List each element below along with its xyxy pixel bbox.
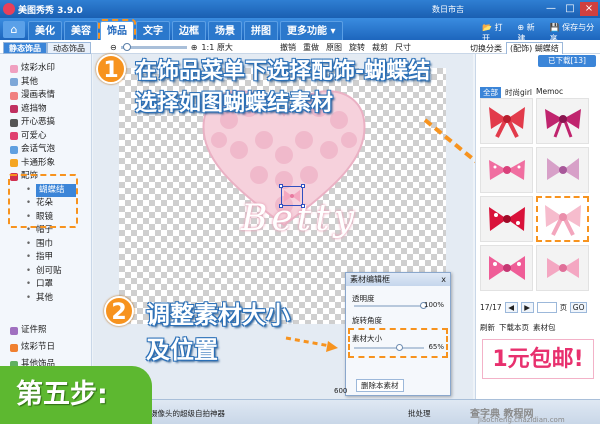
downloaded-button[interactable]: 已下载[13]	[538, 55, 596, 67]
delete-material-button[interactable]: 删除本素材	[356, 379, 404, 392]
opacity-value: 100%	[423, 301, 444, 309]
opacity-label: 透明度	[352, 294, 375, 303]
status-hint[interactable]: 摄像头的超级自拍神器	[150, 408, 225, 419]
bow-icon	[546, 258, 579, 278]
material-panel: 已下载[13] 全部 时尚girl Memoc 17/17 ◀ ▶ 页 GO 刷…	[475, 54, 600, 399]
bow-icon	[488, 256, 525, 280]
zoom-value: 600	[334, 387, 348, 395]
next-page-button[interactable]: ▶	[520, 302, 534, 313]
material-thumb[interactable]	[480, 147, 533, 193]
material-thumb-selected[interactable]	[536, 196, 589, 242]
bow-icon	[544, 205, 581, 236]
bow-icon	[546, 158, 579, 180]
size-label: 素材大小	[352, 334, 382, 343]
bow-icon	[488, 207, 525, 231]
material-thumb[interactable]	[480, 98, 533, 144]
material-editor-dialog: 素材编辑框 x 透明度 100% 旋转角度 素材大小 65% 删除本素材	[345, 272, 451, 396]
pagination: 17/17 ◀ ▶ 页 GO	[480, 302, 588, 313]
material-thumb[interactable]	[480, 245, 533, 291]
material-thumb[interactable]	[536, 98, 589, 144]
prev-page-button[interactable]: ◀	[504, 302, 518, 313]
rotate-label: 旋转角度	[352, 316, 382, 325]
bow-icon	[544, 109, 581, 138]
material-thumb[interactable]	[480, 196, 533, 242]
page-indicator: 17/17	[480, 303, 502, 312]
bow-icon	[488, 160, 525, 180]
subtab-fashion-girl[interactable]: 时尚girl	[505, 87, 532, 98]
bow-icon	[488, 107, 525, 138]
refresh-button[interactable]: 刷新	[480, 322, 495, 333]
editor-title-bar: 素材编辑框 x	[346, 273, 450, 286]
size-slider[interactable]	[354, 344, 424, 351]
opacity-slider[interactable]	[354, 302, 427, 309]
step5-label: 第五步:	[0, 366, 152, 424]
material-thumb[interactable]	[536, 147, 589, 193]
page-label: 页	[559, 303, 568, 312]
size-knob[interactable]	[395, 344, 403, 351]
size-value: 65%	[428, 343, 444, 351]
download-page-button[interactable]: 下载本页	[499, 322, 529, 333]
watermark-url: jiaocheng.chazidian.com	[478, 416, 565, 424]
subtab-all[interactable]: 全部	[480, 87, 501, 98]
material-thumb[interactable]	[536, 245, 589, 291]
batch-button[interactable]: 批处理	[408, 408, 431, 419]
material-pack-button[interactable]: 素材包	[533, 322, 556, 333]
editor-close-button[interactable]: x	[441, 273, 446, 286]
promo-banner[interactable]: 1元包邮!	[482, 339, 594, 379]
page-input[interactable]	[536, 302, 557, 313]
material-grid	[480, 98, 590, 291]
editor-title: 素材编辑框	[350, 275, 390, 284]
material-actions: 刷新 下载本页 素材包	[480, 322, 556, 333]
subtab-memoc[interactable]: Memoc	[536, 87, 563, 98]
material-subtabs: 全部 时尚girl Memoc	[480, 87, 563, 98]
go-button[interactable]: GO	[570, 302, 588, 313]
